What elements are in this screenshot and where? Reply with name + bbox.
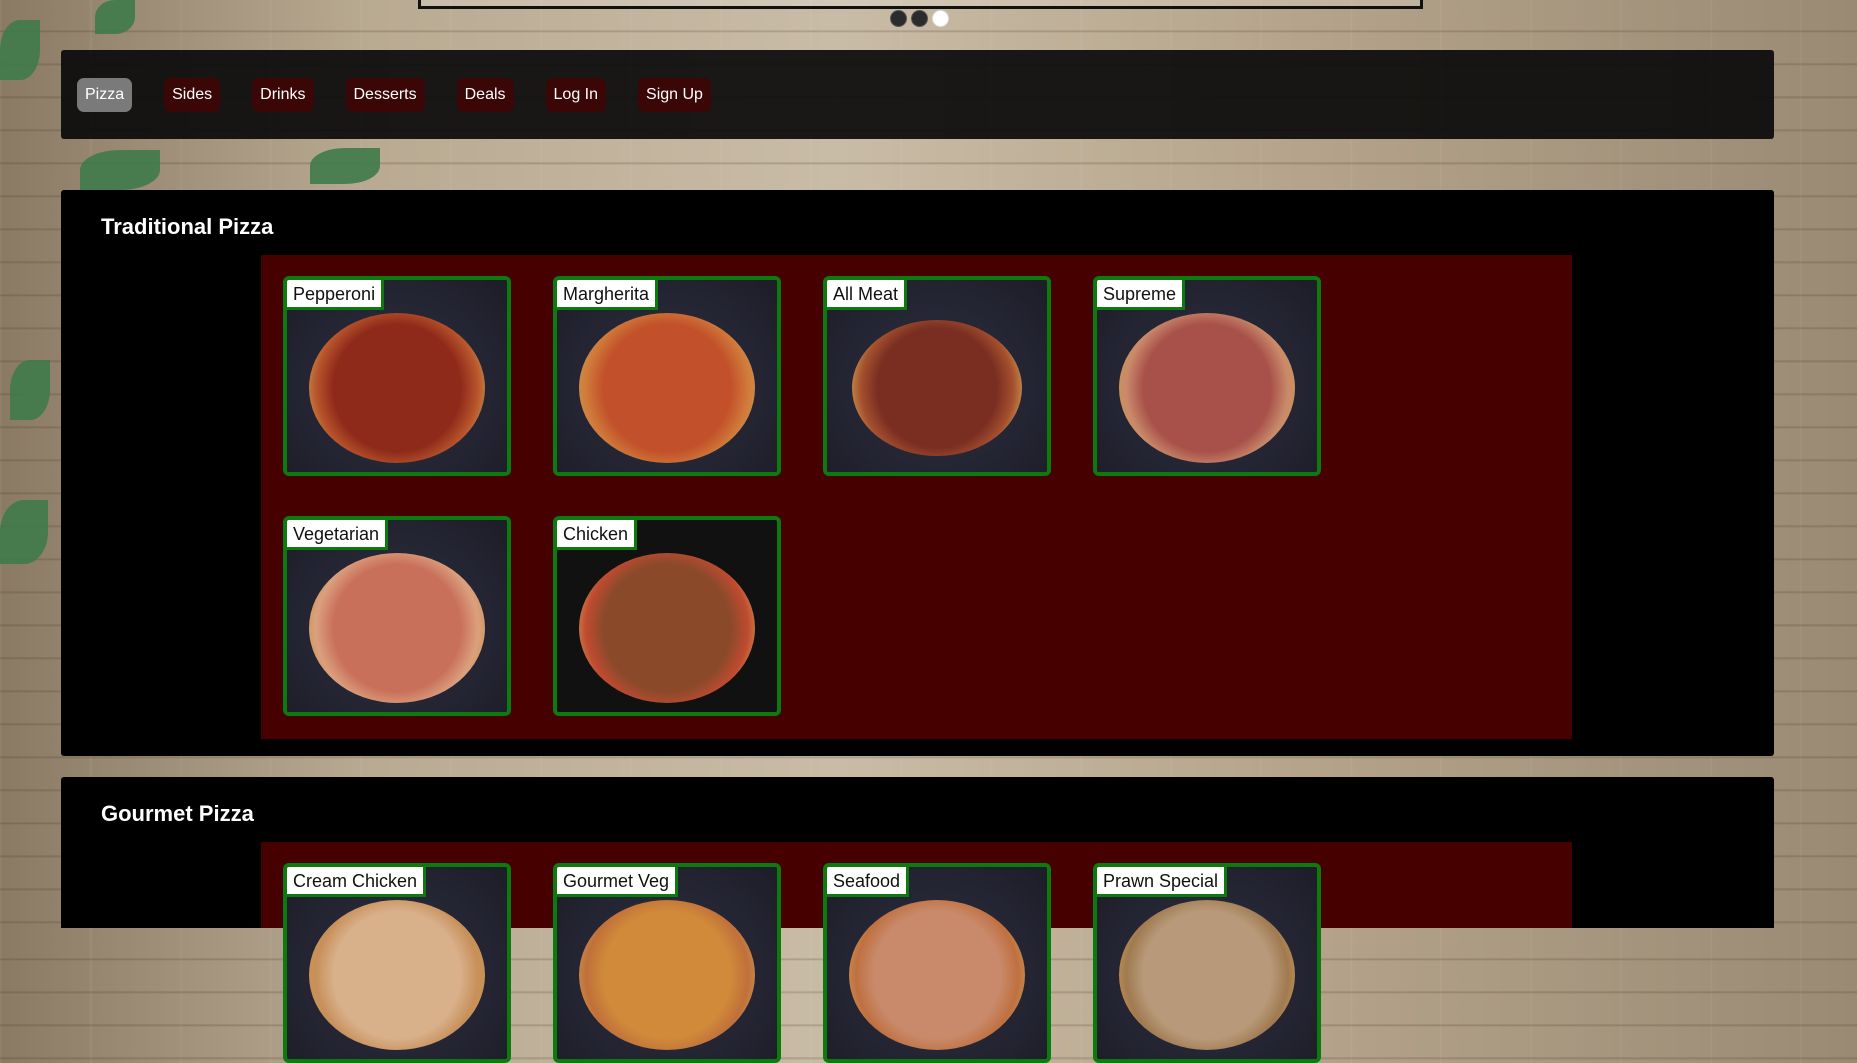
pizza-image (579, 552, 755, 703)
pizza-card-all-meat[interactable]: All Meat (823, 276, 1051, 476)
carousel-indicators (890, 10, 949, 27)
pizza-card-margherita[interactable]: Margherita (553, 276, 781, 476)
pizza-card-cream-chicken[interactable]: Cream Chicken (283, 863, 511, 1063)
leaf-decoration (310, 148, 380, 184)
pizza-card-seafood[interactable]: Seafood (823, 863, 1051, 1063)
pizza-image (1119, 899, 1295, 1050)
nav-desserts-button[interactable]: Desserts (345, 77, 425, 112)
pizza-card-vegetarian[interactable]: Vegetarian (283, 516, 511, 716)
nav-pizza-button[interactable]: Pizza (77, 77, 133, 112)
pizza-image (309, 312, 485, 463)
card-label: Chicken (557, 520, 638, 550)
pizza-image (1119, 312, 1295, 463)
pizza-card-prawn-special[interactable]: Prawn Special (1093, 863, 1321, 1063)
carousel-dot[interactable] (890, 10, 907, 27)
pizza-image (849, 899, 1025, 1050)
leaf-decoration (0, 500, 48, 564)
leaf-decoration (10, 360, 50, 420)
traditional-pizza-section: Traditional Pizza Pepperoni Margherita A… (61, 190, 1774, 756)
card-label: Supreme (1097, 280, 1186, 310)
pizza-card-chicken[interactable]: Chicken (553, 516, 781, 716)
leaf-decoration (95, 0, 135, 34)
gourmet-pizza-section: Gourmet Pizza Cream Chicken Gourmet Veg … (61, 777, 1774, 1063)
leaf-decoration (0, 20, 40, 80)
nav-sides-button[interactable]: Sides (164, 77, 221, 112)
card-label: Margherita (557, 280, 659, 310)
card-label: Seafood (827, 867, 910, 897)
pizza-card-gourmet-veg[interactable]: Gourmet Veg (553, 863, 781, 1063)
nav-signup-button[interactable]: Sign Up (638, 77, 711, 112)
section-title: Traditional Pizza (101, 214, 274, 239)
pizza-image (579, 899, 755, 1050)
pizza-image (579, 312, 755, 463)
card-label: Prawn Special (1097, 867, 1228, 897)
navbar: Pizza Sides Drinks Desserts Deals Log In… (61, 50, 1774, 139)
card-label: Gourmet Veg (557, 867, 679, 897)
pizza-image (309, 552, 485, 703)
nav-deals-button[interactable]: Deals (456, 77, 514, 112)
leaf-decoration (80, 150, 160, 190)
section-title: Gourmet Pizza (101, 801, 254, 826)
card-label: Pepperoni (287, 280, 385, 310)
card-label: Vegetarian (287, 520, 389, 550)
card-label: Cream Chicken (287, 867, 427, 897)
card-label: All Meat (827, 280, 908, 310)
pizza-image (309, 899, 485, 1050)
carousel-dot[interactable] (911, 10, 928, 27)
pizza-card-supreme[interactable]: Supreme (1093, 276, 1321, 476)
carousel-dot-active[interactable] (932, 10, 949, 27)
pizza-grid: Cream Chicken Gourmet Veg Seafood Prawn … (261, 842, 1572, 1063)
nav-drinks-button[interactable]: Drinks (252, 77, 314, 112)
nav-login-button[interactable]: Log In (545, 77, 607, 112)
pizza-card-pepperoni[interactable]: Pepperoni (283, 276, 511, 476)
carousel-frame (418, 0, 1423, 9)
pizza-grid: Pepperoni Margherita All Meat Supreme Ve… (261, 255, 1572, 739)
pizza-image (852, 319, 1022, 456)
